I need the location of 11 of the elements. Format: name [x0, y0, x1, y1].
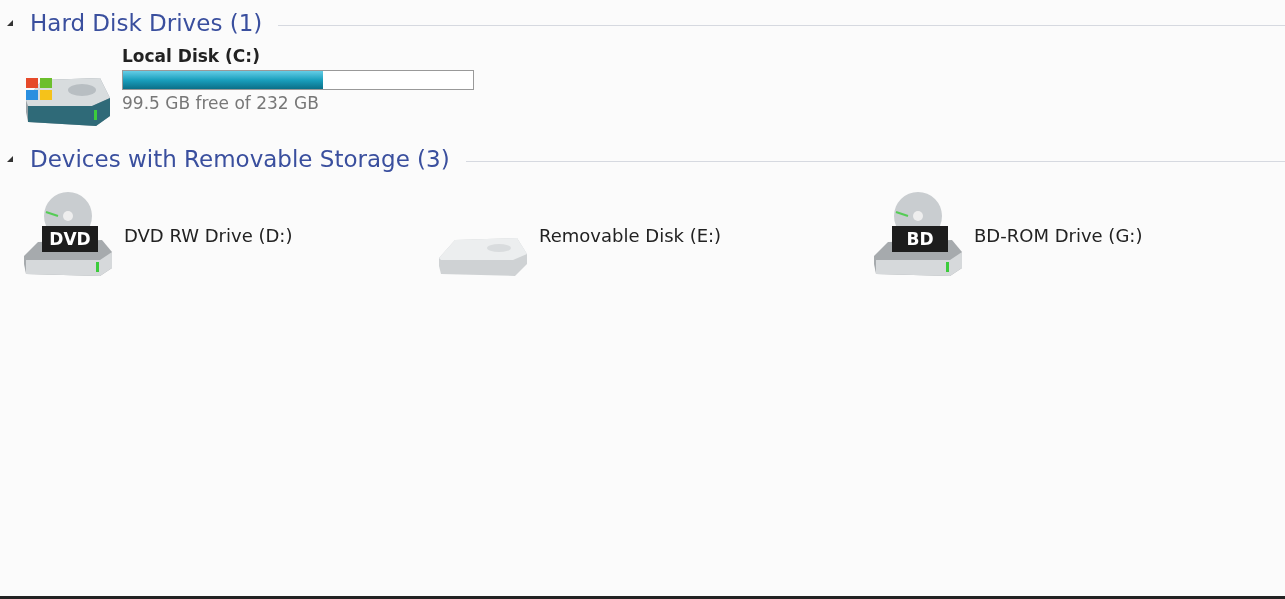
drive-name[interactable]: Removable Disk (E:)	[539, 224, 722, 246]
collapse-triangle-icon[interactable]	[6, 155, 14, 163]
disc-label: BD	[905, 228, 935, 251]
group-heading[interactable]: Devices with Removable Storage (3)	[30, 146, 450, 172]
collapse-triangle-icon[interactable]	[6, 19, 14, 27]
free-space-text: 99.5 GB free of 232 GB	[122, 93, 320, 113]
group-heading[interactable]: Hard Disk Drives (1)	[30, 10, 263, 36]
drive-name[interactable]: DVD RW Drive (D:)	[124, 224, 293, 246]
drive-name[interactable]: BD-ROM Drive (G:)	[974, 224, 1143, 246]
disc-label: DVD	[48, 228, 92, 251]
drive-name[interactable]: Local Disk (C:)	[122, 46, 474, 66]
